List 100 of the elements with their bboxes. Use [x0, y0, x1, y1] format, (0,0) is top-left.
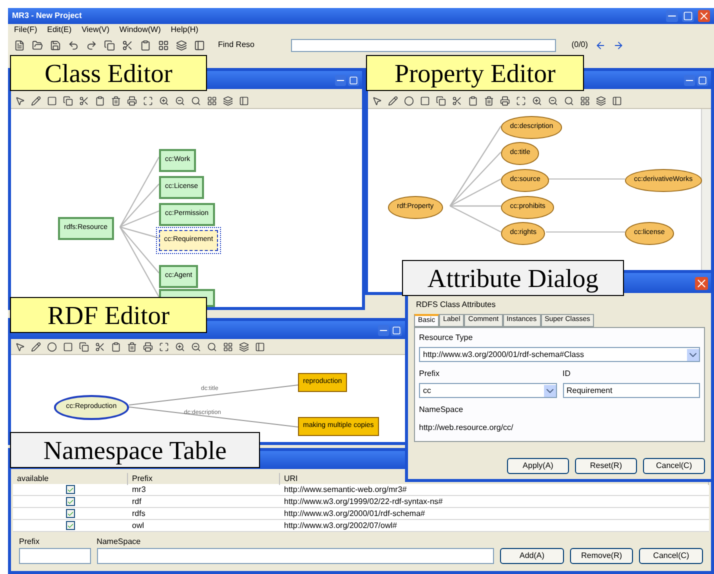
copy-icon[interactable] — [104, 40, 115, 50]
pointer-icon[interactable] — [15, 96, 25, 106]
maximize-icon[interactable] — [697, 74, 708, 86]
ellipse-icon[interactable] — [404, 96, 414, 106]
panel-icon[interactable] — [239, 96, 249, 106]
zoom-out-icon[interactable] — [191, 342, 201, 352]
panel-icon[interactable] — [255, 342, 265, 352]
dialog-button[interactable]: Cancel(C) — [639, 548, 703, 564]
frame-icon[interactable] — [143, 96, 153, 106]
save-icon[interactable] — [50, 40, 61, 50]
field-label: Resource Type — [419, 332, 474, 344]
dialog-button[interactable]: Apply(A) — [507, 458, 569, 474]
annotation-label: RDF Editor — [10, 297, 207, 333]
maximize-icon[interactable] — [391, 324, 402, 336]
previous-icon[interactable] — [594, 40, 606, 50]
dialog-button[interactable]: Add(A) — [500, 548, 564, 564]
annotation-label: Class Editor — [10, 55, 207, 91]
minimize-icon[interactable] — [684, 74, 695, 86]
printer-icon[interactable] — [143, 342, 153, 352]
square-icon[interactable] — [420, 96, 430, 106]
prefix-field[interactable] — [19, 548, 91, 564]
checkbox[interactable] — [66, 497, 75, 506]
trash-icon[interactable] — [127, 342, 137, 352]
panel-icon[interactable] — [612, 96, 622, 106]
layers-icon[interactable] — [223, 96, 233, 106]
table-cell-text: rdfs — [131, 508, 146, 520]
menu-item[interactable]: Edit(E) — [47, 24, 72, 36]
clipboard-icon[interactable] — [468, 96, 478, 106]
folder-icon[interactable] — [32, 40, 43, 50]
checkbox[interactable] — [66, 521, 75, 530]
minimize-icon[interactable] — [335, 74, 346, 86]
dialog-button[interactable]: Cancel(C) — [643, 458, 705, 474]
pencil-icon[interactable] — [31, 342, 41, 352]
scissors-icon[interactable] — [79, 96, 89, 106]
trash-icon[interactable] — [484, 96, 494, 106]
minimize-icon[interactable] — [666, 10, 678, 22]
scissors-icon[interactable] — [95, 342, 105, 352]
pointer-icon[interactable] — [372, 96, 382, 106]
dialog-button[interactable]: Reset(R) — [575, 458, 637, 474]
dialog-button[interactable]: Remove(R) — [570, 548, 634, 564]
zoom-in-icon[interactable] — [532, 96, 542, 106]
minimize-icon[interactable] — [378, 324, 389, 336]
search-field[interactable] — [291, 38, 556, 52]
find-label: Find Reso — [218, 39, 254, 51]
square-icon[interactable] — [47, 96, 57, 106]
menu-item[interactable]: Help(H) — [170, 24, 198, 36]
ellipse-icon[interactable] — [47, 342, 57, 352]
copy-icon[interactable] — [79, 342, 89, 352]
trash-icon[interactable] — [111, 96, 121, 106]
menu-item[interactable]: View(V) — [82, 24, 110, 36]
maximize-icon[interactable] — [682, 10, 694, 22]
grid-icon[interactable] — [207, 96, 217, 106]
printer-icon[interactable] — [500, 96, 510, 106]
search-icon[interactable] — [564, 96, 574, 106]
frame-icon[interactable] — [159, 342, 169, 352]
square-icon[interactable] — [63, 342, 73, 352]
undo-icon[interactable] — [68, 40, 79, 50]
checkbox[interactable] — [66, 485, 75, 494]
zoom-in-icon[interactable] — [175, 342, 185, 352]
grid-icon[interactable] — [223, 342, 233, 352]
copy-icon[interactable] — [63, 96, 73, 106]
grid-icon[interactable] — [580, 96, 590, 106]
table-cell-text: http://www.semantic-web.org/mr3# — [283, 484, 408, 496]
menu-item[interactable]: Window(W) — [119, 24, 161, 36]
frame-icon[interactable] — [516, 96, 526, 106]
clipboard-icon[interactable] — [95, 96, 105, 106]
menu-item[interactable]: File(F) — [14, 24, 38, 36]
pointer-icon[interactable] — [15, 342, 25, 352]
next-icon[interactable] — [612, 40, 624, 50]
file-icon[interactable] — [14, 40, 25, 50]
search-icon[interactable] — [207, 342, 217, 352]
clipboard-icon[interactable] — [140, 40, 151, 50]
copy-icon[interactable] — [436, 96, 446, 106]
checkbox[interactable] — [66, 509, 75, 518]
pencil-icon[interactable] — [388, 96, 398, 106]
zoom-in-icon[interactable] — [159, 96, 169, 106]
printer-icon[interactable] — [127, 96, 137, 106]
panel-icon[interactable] — [194, 40, 205, 50]
id-field[interactable]: Requirement — [562, 383, 700, 398]
layers-icon[interactable] — [176, 40, 187, 50]
zoom-out-icon[interactable] — [175, 96, 185, 106]
scissors-icon[interactable] — [452, 96, 462, 106]
resource-type-select[interactable]: http://www.w3.org/2000/01/rdf-schema#Class — [419, 347, 700, 362]
layers-icon[interactable] — [239, 342, 249, 352]
pencil-icon[interactable] — [31, 96, 41, 106]
namespace-field[interactable] — [96, 548, 494, 564]
column-header[interactable]: Prefix — [128, 472, 280, 484]
close-icon[interactable] — [698, 10, 710, 22]
prefix-select[interactable]: cc — [419, 383, 556, 398]
grid-icon[interactable] — [158, 40, 169, 50]
window-title: MR3 - New Project — [12, 10, 82, 22]
table-cell-text: owl — [131, 520, 146, 532]
layers-icon[interactable] — [596, 96, 606, 106]
scissors-icon[interactable] — [122, 40, 133, 50]
redo-icon[interactable] — [86, 40, 97, 50]
zoom-out-icon[interactable] — [548, 96, 558, 106]
maximize-icon[interactable] — [348, 74, 359, 86]
search-icon[interactable] — [191, 96, 201, 106]
clipboard-icon[interactable] — [111, 342, 121, 352]
close-icon[interactable] — [695, 276, 708, 290]
